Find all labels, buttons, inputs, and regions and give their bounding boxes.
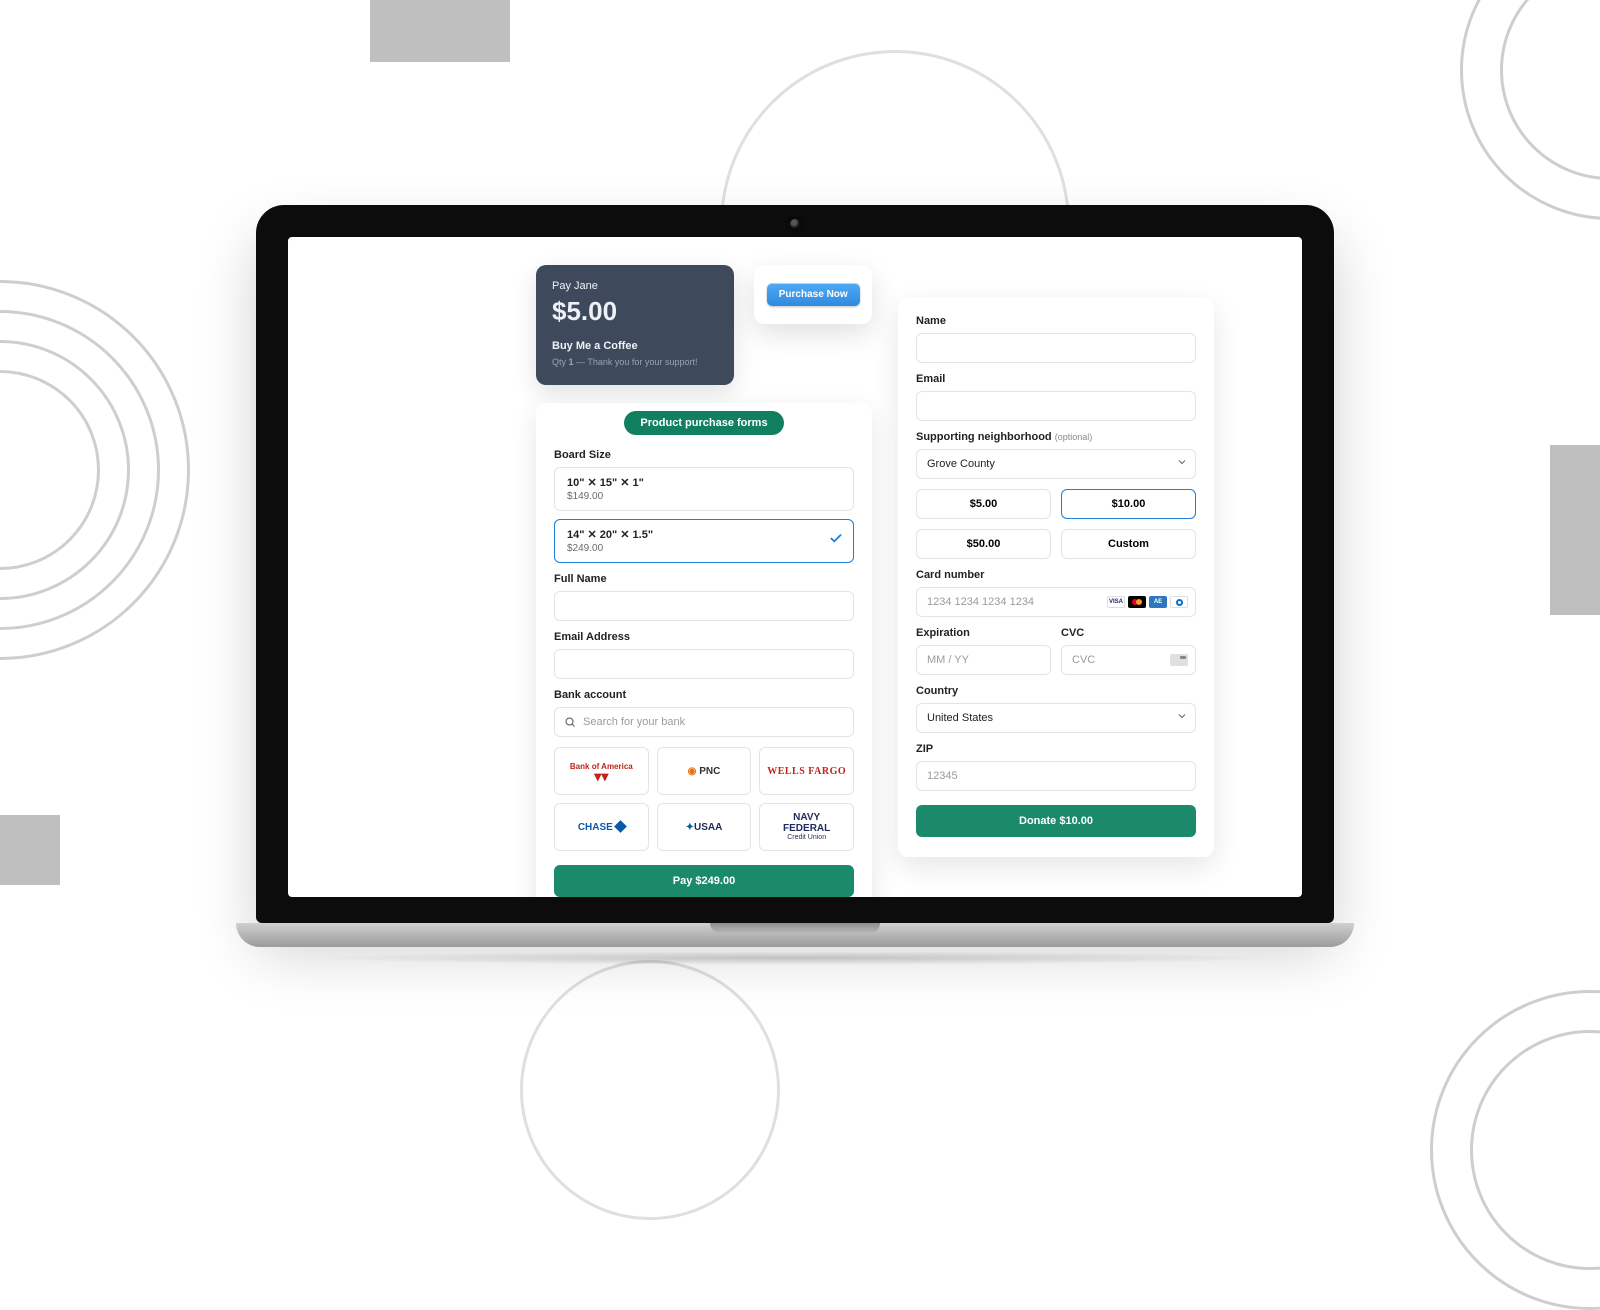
donate-button[interactable]: Donate $10.00 bbox=[916, 805, 1196, 837]
bank-option-nfcu[interactable]: NAVYFEDERALCredit Union bbox=[759, 803, 854, 851]
bg-rect bbox=[370, 0, 510, 62]
country-select[interactable] bbox=[916, 703, 1196, 733]
tip-card: Pay Jane $5.00 Buy Me a Coffee Qty 1 — T… bbox=[536, 265, 734, 385]
donate-name-input[interactable] bbox=[916, 333, 1196, 363]
search-icon bbox=[564, 716, 576, 728]
tip-heading: Pay Jane bbox=[552, 279, 718, 293]
pay-button[interactable]: Pay $249.00 bbox=[554, 865, 854, 897]
bank-account-label: Bank account bbox=[554, 689, 854, 701]
email-input[interactable] bbox=[554, 649, 854, 679]
zip-label: ZIP bbox=[916, 743, 1196, 755]
camera-icon bbox=[790, 219, 800, 229]
purchase-now-card: Purchase Now bbox=[754, 265, 872, 324]
cvc-label: CVC bbox=[1061, 627, 1196, 639]
mastercard-icon bbox=[1128, 596, 1146, 608]
donate-email-input[interactable] bbox=[916, 391, 1196, 421]
amex-icon: AE bbox=[1149, 596, 1167, 608]
discover-icon bbox=[1170, 596, 1188, 608]
tip-item: Buy Me a Coffee bbox=[552, 339, 718, 353]
bank-option-pnc[interactable]: ◉ PNC bbox=[657, 747, 752, 795]
card-brand-icons: VISA AE bbox=[1107, 596, 1188, 608]
board-option-price: $249.00 bbox=[567, 543, 841, 554]
full-name-label: Full Name bbox=[554, 573, 854, 585]
bank-search bbox=[554, 707, 854, 737]
laptop-shadow bbox=[305, 951, 1285, 965]
donate-form-card: Name Email Supporting neighborhood (opti… bbox=[898, 297, 1214, 857]
board-option-title: 10" ✕ 15" ✕ 1" bbox=[567, 476, 841, 489]
board-option-price: $149.00 bbox=[567, 491, 841, 502]
purchase-now-button[interactable]: Purchase Now bbox=[767, 283, 860, 306]
zip-input[interactable] bbox=[916, 761, 1196, 791]
bank-option-chase[interactable]: CHASE bbox=[554, 803, 649, 851]
amount-option-custom[interactable]: Custom bbox=[1061, 529, 1196, 559]
laptop-base bbox=[236, 923, 1354, 947]
email-label: Email Address bbox=[554, 631, 854, 643]
bank-option-wells[interactable]: WELLS FARGO bbox=[759, 747, 854, 795]
expiration-label: Expiration bbox=[916, 627, 1051, 639]
visa-icon: VISA bbox=[1107, 596, 1125, 608]
board-option-title: 14" ✕ 20" ✕ 1.5" bbox=[567, 528, 841, 541]
product-form-pill: Product purchase forms bbox=[624, 411, 783, 435]
neighborhood-label: Supporting neighborhood (optional) bbox=[916, 431, 1196, 443]
donate-email-label: Email bbox=[916, 373, 1196, 385]
full-name-input[interactable] bbox=[554, 591, 854, 621]
laptop-mockup: Pay Jane $5.00 Buy Me a Coffee Qty 1 — T… bbox=[236, 205, 1354, 965]
bg-rect bbox=[1550, 445, 1600, 615]
board-option-1[interactable]: 14" ✕ 20" ✕ 1.5" $249.00 bbox=[554, 519, 854, 563]
app-canvas: Pay Jane $5.00 Buy Me a Coffee Qty 1 — T… bbox=[376, 237, 1214, 897]
board-option-0[interactable]: 10" ✕ 15" ✕ 1" $149.00 bbox=[554, 467, 854, 511]
bank-search-input[interactable] bbox=[554, 707, 854, 737]
neighborhood-select[interactable] bbox=[916, 449, 1196, 479]
tip-note: Qty 1 — Thank you for your support! bbox=[552, 357, 718, 369]
tip-amount: $5.00 bbox=[552, 295, 718, 329]
laptop-lid: Pay Jane $5.00 Buy Me a Coffee Qty 1 — T… bbox=[256, 205, 1334, 923]
country-label: Country bbox=[916, 685, 1196, 697]
cvc-card-icon bbox=[1170, 654, 1188, 666]
expiration-input[interactable] bbox=[916, 645, 1051, 675]
donate-name-label: Name bbox=[916, 315, 1196, 327]
bank-option-boa[interactable]: Bank of America▾▾ bbox=[554, 747, 649, 795]
board-size-label: Board Size bbox=[554, 449, 854, 461]
bg-rect bbox=[0, 815, 60, 885]
card-number-label: Card number bbox=[916, 569, 1196, 581]
laptop-screen: Pay Jane $5.00 Buy Me a Coffee Qty 1 — T… bbox=[288, 237, 1302, 897]
bank-option-usaa[interactable]: ✦USAA bbox=[657, 803, 752, 851]
bg-circle bbox=[520, 960, 780, 1220]
bank-grid: Bank of America▾▾ ◉ PNC WELLS FARGO CHAS… bbox=[554, 747, 854, 851]
amount-option-50[interactable]: $50.00 bbox=[916, 529, 1051, 559]
product-form-card: Product purchase forms Board Size 10" ✕ … bbox=[536, 403, 872, 897]
check-icon bbox=[829, 532, 843, 551]
amount-option-5[interactable]: $5.00 bbox=[916, 489, 1051, 519]
amount-option-10[interactable]: $10.00 bbox=[1061, 489, 1196, 519]
